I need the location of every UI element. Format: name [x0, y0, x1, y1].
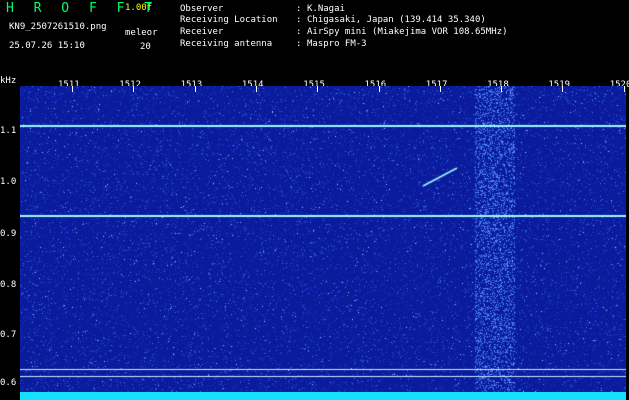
receiver-label: Receiver: [180, 27, 224, 37]
observer-separator: :: [296, 4, 302, 14]
location-separator: :: [296, 15, 302, 25]
signal-strength-bar: [20, 392, 626, 400]
observer-label: Observer: [180, 4, 224, 14]
x-tick-mark: [562, 86, 564, 92]
spectrogram-canvas: [20, 86, 626, 392]
x-tick-mark: [72, 86, 73, 92]
receiver-value: AirSpy mini (Miakejima VOR 108.65MHz): [307, 27, 508, 37]
observer-value: K.Nagai: [307, 4, 345, 14]
location-label: Receiving Location: [180, 15, 278, 25]
y-tick-label: 0.7: [0, 330, 17, 340]
y-tick-label: 0.8: [0, 280, 17, 290]
y-tick-label: 1.1: [0, 126, 17, 136]
y-axis-labels: kHz 1.1 1.0 0.9 0.8 0.7 0.6: [0, 76, 20, 400]
y-tick-label: 0.9: [0, 229, 17, 239]
receiver-separator: :: [296, 27, 302, 37]
x-tick-mark: [378, 86, 380, 92]
antenna-value: Maspro FM-3: [307, 39, 367, 49]
y-tick-label: 1.0: [0, 177, 17, 187]
x-tick-mark: [317, 86, 319, 92]
app-version: 1.00f: [125, 3, 153, 13]
x-tick-mark: [623, 86, 625, 92]
location-value: Chigasaki, Japan (139.414 35.340): [307, 15, 486, 25]
y-axis-unit: kHz: [0, 76, 17, 86]
y-tick-label: 0.6: [0, 378, 17, 388]
x-tick-mark: [501, 86, 503, 92]
antenna-separator: :: [296, 39, 302, 49]
header-panel: H R O F F T 1.00f KN9_2507261510.png 25.…: [0, 0, 629, 78]
x-tick-mark: [133, 86, 135, 92]
count-value: 20: [140, 42, 151, 52]
x-tick-mark: [194, 86, 196, 92]
x-tick-mark: [255, 86, 257, 92]
timestamp: 25.07.26 15:10: [9, 41, 85, 51]
x-tick-mark: [439, 86, 441, 92]
file-name: KN9_2507261510.png: [9, 22, 107, 32]
antenna-label: Receiving antenna: [180, 39, 273, 49]
spectrogram-area: [20, 86, 626, 392]
mode-label: meleor: [125, 28, 158, 38]
